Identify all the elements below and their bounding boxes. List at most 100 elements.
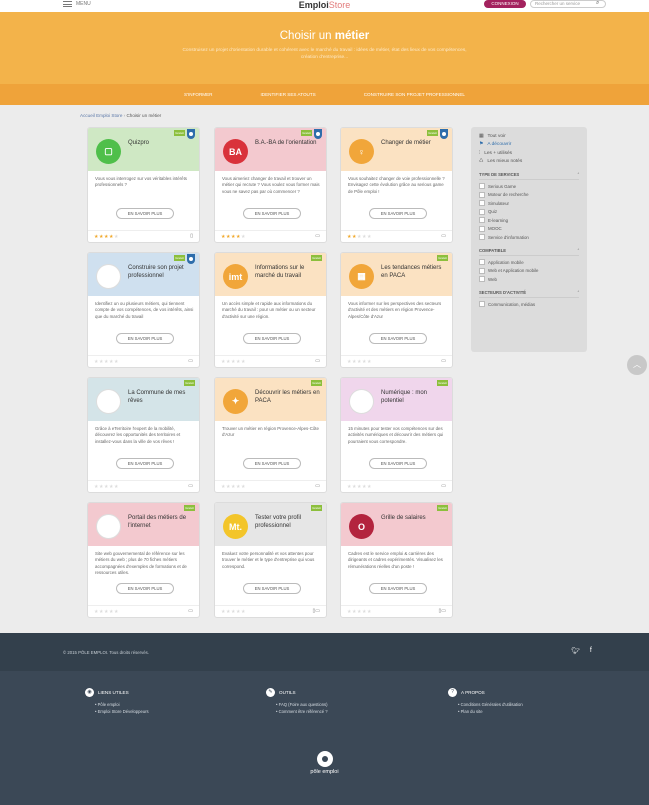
more-info-button[interactable]: EN SAVOIR PLUS	[243, 333, 301, 344]
star-icon[interactable]: ★	[114, 484, 119, 490]
sector-checkbox[interactable]: Communication, médias	[479, 301, 579, 307]
search-input[interactable]: Rechercher un service	[530, 0, 606, 8]
star-icon[interactable]: ★	[114, 359, 119, 365]
card-title[interactable]: La Commune de mes rêves	[128, 390, 196, 405]
footer-link[interactable]: Conditions Générales d'utilisation	[458, 702, 523, 707]
checkbox-box[interactable]	[479, 200, 485, 206]
rating-stars[interactable]: ★★★★★	[221, 484, 246, 490]
scroll-top-button[interactable]: ︿	[627, 355, 647, 375]
star-icon[interactable]: ★	[241, 484, 246, 490]
star-icon[interactable]: ★	[241, 234, 246, 240]
service-card[interactable]: ✦ Découvrir les métiers en PACA Gratuit …	[214, 377, 327, 493]
sort-option[interactable]: ⫶ Les + utilisés	[479, 150, 579, 157]
sort-option[interactable]: ▦ Tout voir	[479, 134, 579, 139]
service-type-checkbox[interactable]: Moteur de recherche	[479, 191, 579, 198]
search-icon[interactable]: ⌕	[596, 0, 599, 7]
rating-stars[interactable]: ★★★★★	[94, 609, 119, 615]
more-info-button[interactable]: EN SAVOIR PLUS	[369, 458, 427, 469]
more-info-button[interactable]: EN SAVOIR PLUS	[243, 583, 301, 594]
rating-stars[interactable]: ★★★★★	[94, 234, 119, 240]
service-card[interactable]: Portail des métiers de l'internet Gratui…	[87, 502, 200, 618]
card-title[interactable]: Quizpro	[128, 140, 196, 148]
card-title[interactable]: Les tendances métiers en PACA	[381, 265, 449, 280]
more-info-button[interactable]: EN SAVOIR PLUS	[243, 208, 301, 219]
star-icon[interactable]: ★	[241, 359, 246, 365]
card-title[interactable]: Construire son projet professionnel	[128, 265, 196, 280]
rating-stars[interactable]: ★★★★★	[94, 359, 119, 365]
card-title[interactable]: Portail des métiers de l'internet	[128, 515, 196, 530]
compatibility-checkbox[interactable]: Web et Application mobile	[479, 267, 579, 274]
sort-option[interactable]: ♺ Les mieux notés	[479, 159, 579, 164]
rating-stars[interactable]: ★★★★★	[221, 234, 246, 240]
footer-link[interactable]: Emploi Store Développeurs	[95, 709, 149, 714]
sort-option[interactable]: ⚑ A découvrir	[479, 142, 579, 147]
compatibility-checkbox[interactable]: Application mobile	[479, 259, 579, 265]
card-title[interactable]: Grille de salaires	[381, 515, 449, 523]
service-card[interactable]: O Grille de salaires Gratuit Cadres est …	[340, 502, 453, 618]
more-info-button[interactable]: EN SAVOIR PLUS	[116, 208, 174, 219]
more-info-button[interactable]: EN SAVOIR PLUS	[116, 458, 174, 469]
star-icon[interactable]: ★	[367, 234, 372, 240]
pole-emploi-logo[interactable]: pôle emploi	[0, 751, 649, 775]
subnav-tab[interactable]: S'INFORMER	[184, 92, 212, 97]
service-card[interactable]: Numérique : mon potentiel Gratuit 15 min…	[340, 377, 453, 493]
service-card[interactable]: BA B.A.-BA de l'orientation Gratuit Vous…	[214, 127, 327, 243]
service-type-checkbox[interactable]: Simulateur	[479, 200, 579, 206]
service-card[interactable]: Construire son projet professionnel Grat…	[87, 252, 200, 368]
facebook-icon[interactable]: f	[590, 647, 592, 655]
more-info-button[interactable]: EN SAVOIR PLUS	[116, 333, 174, 344]
service-type-checkbox[interactable]: MOOC	[479, 225, 579, 232]
service-type-checkbox[interactable]: Quiz	[479, 208, 579, 215]
subnav-tab[interactable]: CONSTRUIRE SON PROJET PROFESSIONNEL	[364, 92, 465, 97]
more-info-button[interactable]: EN SAVOIR PLUS	[369, 583, 427, 594]
checkbox-box[interactable]	[479, 208, 485, 215]
checkbox-box[interactable]	[479, 267, 485, 274]
card-title[interactable]: Informations sur le marché du travail	[255, 265, 323, 280]
service-card[interactable]: imt Informations sur le marché du travai…	[214, 252, 327, 368]
footer-link[interactable]: Comment être référencé ?	[276, 709, 328, 714]
star-icon[interactable]: ★	[367, 359, 372, 365]
more-info-button[interactable]: EN SAVOIR PLUS	[116, 583, 174, 594]
breadcrumb-home[interactable]: Accueil Emploi Store	[80, 113, 122, 118]
rating-stars[interactable]: ★★★★★	[221, 609, 246, 615]
card-title[interactable]: Tester votre profil professionnel	[255, 515, 323, 530]
sector-heading[interactable]: SECTEURS D'ACTIVITÉ ˆ	[479, 290, 579, 298]
more-info-button[interactable]: EN SAVOIR PLUS	[369, 333, 427, 344]
star-icon[interactable]: ★	[114, 609, 119, 615]
more-info-button[interactable]: EN SAVOIR PLUS	[369, 208, 427, 219]
footer-link[interactable]: FAQ (Foire aux questions)	[276, 702, 328, 707]
card-title[interactable]: Changer de métier	[381, 140, 449, 148]
compatibility-heading[interactable]: COMPATIBLE ˆ	[479, 248, 579, 256]
twitter-icon[interactable]: 🐦︎	[571, 647, 580, 655]
checkbox-box[interactable]	[479, 234, 485, 240]
service-card[interactable]: ♀ Changer de métier Gratuit Vous souhait…	[340, 127, 453, 243]
rating-stars[interactable]: ★★★★★	[347, 359, 372, 365]
checkbox-box[interactable]	[479, 191, 485, 198]
service-card[interactable]: Mt. Tester votre profil professionnel Gr…	[214, 502, 327, 618]
checkbox-box[interactable]	[479, 259, 485, 265]
rating-stars[interactable]: ★★★★★	[94, 484, 119, 490]
checkbox-box[interactable]	[479, 183, 485, 189]
star-icon[interactable]: ★	[367, 609, 372, 615]
service-type-checkbox[interactable]: Serious Game	[479, 183, 579, 189]
star-icon[interactable]: ★	[367, 484, 372, 490]
checkbox-box[interactable]	[479, 301, 485, 307]
rating-stars[interactable]: ★★★★★	[347, 484, 372, 490]
service-type-checkbox[interactable]: E-learning	[479, 217, 579, 223]
footer-link[interactable]: Plan du site	[458, 709, 523, 714]
more-info-button[interactable]: EN SAVOIR PLUS	[243, 458, 301, 469]
star-icon[interactable]: ★	[114, 234, 119, 240]
service-card[interactable]: ▢ Quizpro Gratuit Vous vous interrogez s…	[87, 127, 200, 243]
rating-stars[interactable]: ★★★★★	[347, 234, 372, 240]
card-title[interactable]: B.A.-BA de l'orientation	[255, 140, 323, 148]
footer-link[interactable]: Pôle emploi	[95, 702, 149, 707]
subnav-tab[interactable]: IDENTIFIER SES ATOUTS	[260, 92, 315, 97]
card-title[interactable]: Numérique : mon potentiel	[381, 390, 449, 405]
service-card[interactable]: ▦ Les tendances métiers en PACA Gratuit …	[340, 252, 453, 368]
checkbox-box[interactable]	[479, 225, 485, 232]
checkbox-box[interactable]	[479, 217, 485, 223]
service-type-checkbox[interactable]: Service d'information	[479, 234, 579, 240]
login-button[interactable]: CONNEXION	[484, 0, 526, 8]
star-icon[interactable]: ★	[241, 609, 246, 615]
checkbox-box[interactable]	[479, 276, 485, 282]
